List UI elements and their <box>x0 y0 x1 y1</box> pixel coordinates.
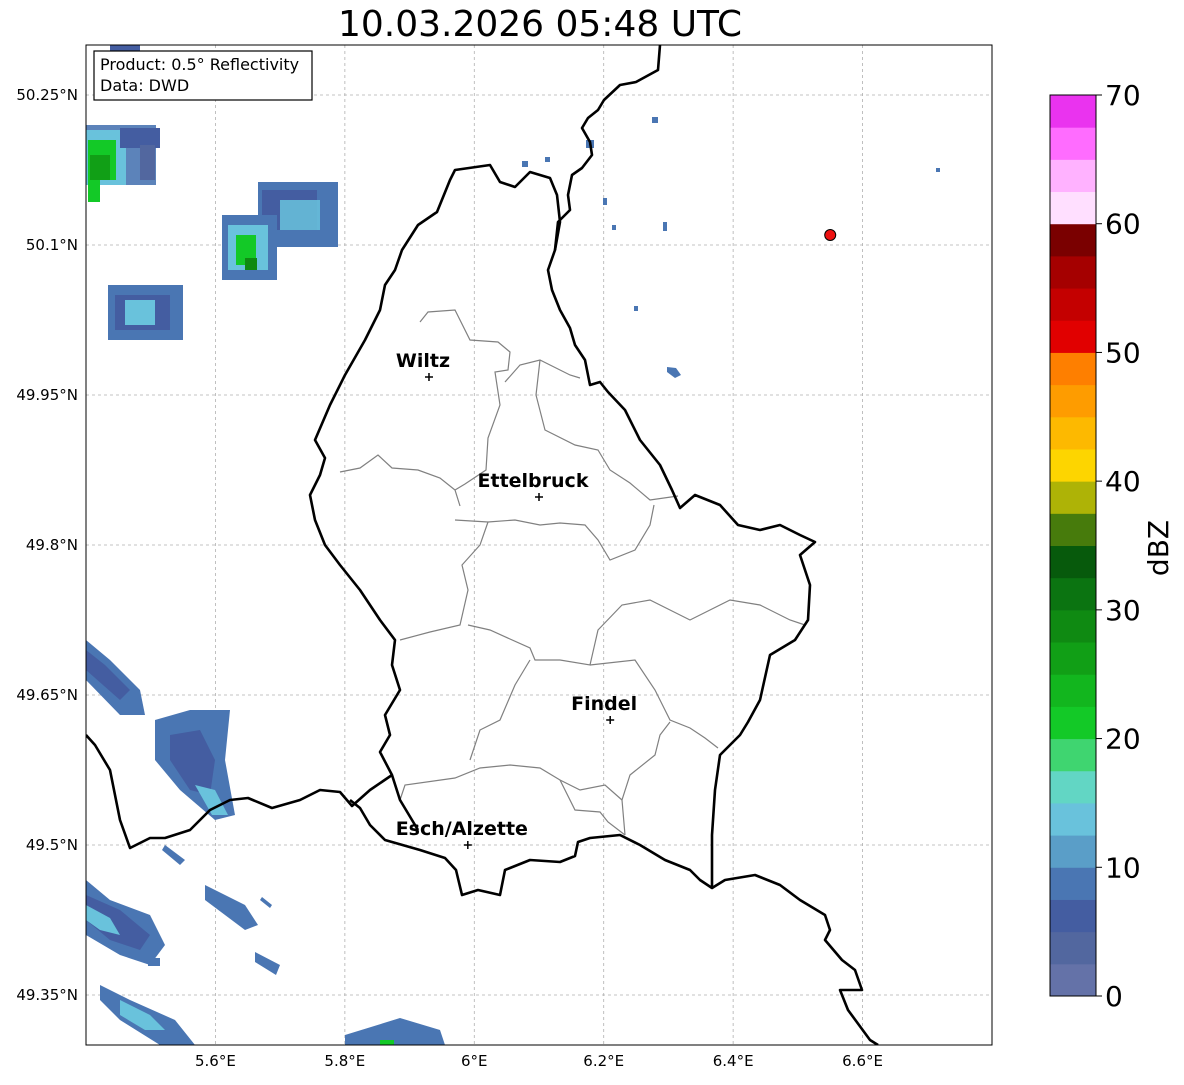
city-label: Esch/Alzette <box>396 818 528 840</box>
colorbar-segment <box>1050 448 1096 482</box>
lat-tick-label: 49.65°N <box>16 686 78 704</box>
colorbar-segment <box>1050 95 1096 128</box>
radar-site-marker <box>824 229 837 241</box>
colorbar-segment <box>1050 545 1096 579</box>
lon-tick-label: 6°E <box>461 1052 488 1070</box>
lon-tick-label: 5.6°E <box>195 1052 236 1070</box>
colorbar-tick-label: 0 <box>1105 980 1123 1013</box>
echo-cluster-west <box>108 285 183 340</box>
colorbar-segment <box>1050 481 1096 514</box>
lat-tick-label: 49.5°N <box>26 836 78 854</box>
lat-tick-label: 49.95°N <box>16 386 78 404</box>
colorbar-tick-label: 50 <box>1105 336 1141 369</box>
city-label: Ettelbruck <box>478 470 589 492</box>
info-data-source: Data: DWD <box>100 76 189 95</box>
colorbar-segment <box>1050 127 1096 160</box>
info-product: Product: 0.5° Reflectivity <box>100 55 299 74</box>
colorbar-segment <box>1050 384 1096 418</box>
colorbar-tick-label: 30 <box>1105 594 1141 627</box>
colorbar-segment <box>1050 642 1096 675</box>
colorbar-segment <box>1050 223 1096 257</box>
city-label: Findel <box>571 693 637 715</box>
colorbar-segment <box>1050 706 1096 740</box>
colorbar-tick-label: 60 <box>1105 208 1141 241</box>
colorbar-tick-label: 20 <box>1105 723 1141 756</box>
colorbar-segment <box>1050 931 1096 965</box>
lon-tick-label: 6.2°E <box>583 1052 624 1070</box>
colorbar-segment <box>1050 159 1096 193</box>
colorbar-segment <box>1050 835 1096 868</box>
colorbar-segment <box>1050 352 1096 386</box>
city-label: Wiltz <box>396 350 450 372</box>
colorbar-tick-label: 40 <box>1105 465 1141 498</box>
lat-tick-label: 50.1°N <box>26 236 78 254</box>
info-box: Product: 0.5° Reflectivity Data: DWD <box>93 50 313 101</box>
colorbar-segment <box>1050 738 1096 772</box>
colorbar-segment <box>1050 674 1096 707</box>
lat-tick-label: 49.35°N <box>16 986 78 1004</box>
colorbar: 0 10 20 30 40 50 60 70 dBZ <box>1049 79 1175 1013</box>
colorbar-segment <box>1050 288 1096 321</box>
colorbar-segment <box>1050 577 1096 611</box>
colorbar-segment <box>1050 513 1096 546</box>
colorbar-label: dBZ <box>1142 520 1175 576</box>
colorbar-segment <box>1050 867 1096 900</box>
lon-tick-label: 6.6°E <box>842 1052 883 1070</box>
lon-tick-label: 5.8°E <box>324 1052 365 1070</box>
lon-tick-label: 6.4°E <box>713 1052 754 1070</box>
colorbar-segment <box>1050 255 1096 289</box>
colorbar-segment <box>1050 802 1096 836</box>
colorbar-segment <box>1050 770 1096 804</box>
lat-tick-label: 50.25°N <box>16 86 78 104</box>
radar-map: Wiltz Ettelbruck Findel Esch/Alzette Produc… <box>16 44 1175 1070</box>
colorbar-segment <box>1050 899 1096 933</box>
colorbar-segment <box>1050 609 1096 643</box>
colorbar-segment <box>1050 963 1096 997</box>
lat-tick-label: 49.8°N <box>26 536 78 554</box>
colorbar-segment <box>1050 191 1096 225</box>
colorbar-tick-label: 70 <box>1105 79 1141 112</box>
colorbar-segment <box>1050 320 1096 353</box>
colorbar-segment <box>1050 416 1096 450</box>
colorbar-tick-label: 10 <box>1105 851 1141 884</box>
